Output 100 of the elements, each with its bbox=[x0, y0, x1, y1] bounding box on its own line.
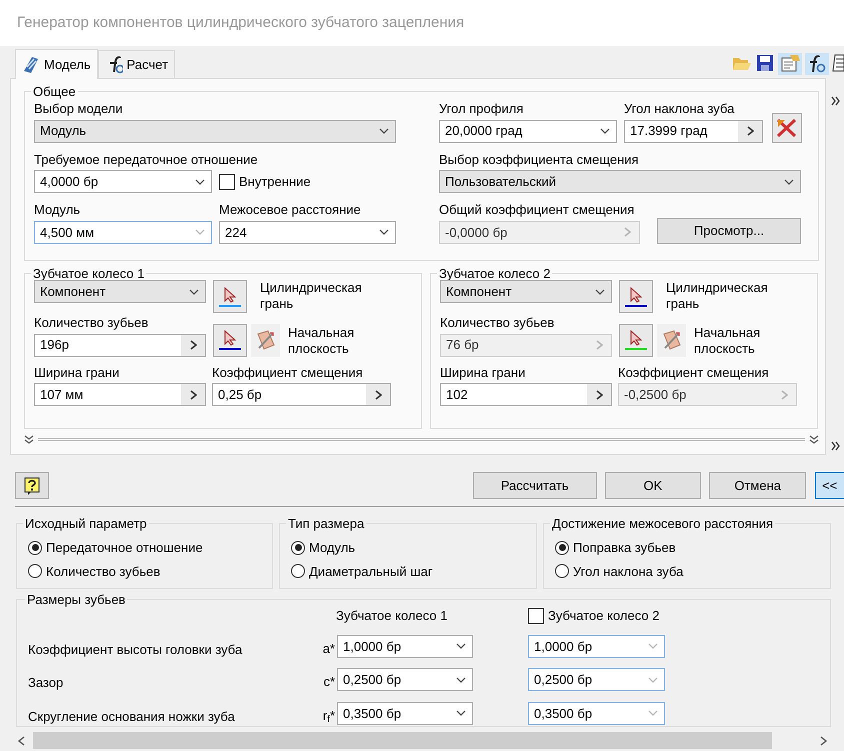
field-label: Количество зубьев bbox=[440, 315, 554, 331]
chevron-down-icon bbox=[648, 643, 658, 650]
dropdown[interactable]: Модуль bbox=[34, 120, 396, 143]
chevron-down-icon bbox=[600, 128, 610, 134]
combo-box[interactable]: 0,2500 бр bbox=[528, 668, 665, 692]
dialog-button[interactable]: Отмена bbox=[709, 472, 806, 499]
input-field[interactable]: 0,25 бр bbox=[212, 383, 391, 406]
parameter-symbol: r$_{f}$* bbox=[322, 706, 335, 725]
combo-box[interactable]: 4,500 мм bbox=[34, 220, 212, 244]
radio-button[interactable] bbox=[291, 540, 305, 555]
arrow-button[interactable] bbox=[181, 334, 205, 356]
arrow-button[interactable] bbox=[738, 120, 762, 142]
chevron-right-icon bbox=[374, 390, 382, 400]
arrow-button[interactable] bbox=[366, 384, 390, 406]
radio-label: Поправка зубьев bbox=[573, 539, 676, 557]
dialog-button[interactable]: << bbox=[815, 472, 844, 499]
chevron-down-icon bbox=[456, 710, 466, 716]
chevron-right-icon bbox=[596, 340, 602, 350]
scrollbar-thumb[interactable] bbox=[33, 732, 772, 749]
checkbox[interactable] bbox=[528, 608, 544, 624]
arrow-button[interactable] bbox=[587, 384, 611, 406]
dialog-button[interactable]: OK bbox=[604, 472, 702, 499]
field-label: Ширина грани bbox=[34, 364, 120, 380]
field-label: Требуемое передаточное отношение bbox=[34, 152, 258, 168]
parameter-symbol: a* bbox=[322, 640, 335, 658]
chevron-right-icon bbox=[190, 340, 196, 350]
column-header: Зубчатое колесо 2 bbox=[548, 607, 660, 625]
radio-button[interactable] bbox=[28, 564, 42, 578]
model-icon bbox=[22, 55, 40, 74]
arrow-button[interactable] bbox=[181, 384, 205, 406]
face-label: Цилиндрическая грань bbox=[666, 280, 769, 312]
chevron-right-icon bbox=[624, 227, 630, 238]
combo-box[interactable]: 0,3500 бр bbox=[337, 702, 473, 725]
field-label: Выбор коэффициента смещения bbox=[439, 152, 639, 168]
combo-box[interactable]: 20,0000 град bbox=[439, 120, 617, 143]
combo-box[interactable]: 0,3500 бр bbox=[528, 702, 665, 725]
save-icon bbox=[755, 53, 775, 73]
dropdown[interactable]: Пользовательский bbox=[439, 170, 801, 194]
input-field[interactable]: 196р bbox=[34, 334, 206, 357]
double-chevron-icon bbox=[24, 435, 34, 444]
radio-label: Угол наклона зуба bbox=[573, 562, 684, 581]
radio-label: Диаметральный шаг bbox=[309, 562, 433, 581]
input-field[interactable]: 107 мм bbox=[34, 383, 206, 406]
cursor-arrow-icon bbox=[223, 330, 237, 346]
chevron-down-icon bbox=[379, 229, 389, 236]
face-label: Цилиндрическая грань bbox=[260, 280, 363, 312]
radio-label: Передаточное отношение bbox=[46, 539, 203, 557]
group-title: Зубчатое колесо 1 bbox=[32, 267, 146, 280]
combo-box[interactable]: 0,2500 бр bbox=[337, 668, 473, 692]
field-label: Межосевое расстояние bbox=[219, 202, 361, 218]
preview-button[interactable]: Просмотр... bbox=[657, 218, 801, 244]
plane-label: Начальная плоскость bbox=[288, 325, 356, 357]
help-button[interactable] bbox=[15, 472, 49, 499]
combo-box[interactable]: 1,0000 бр bbox=[337, 634, 473, 658]
no-select-button[interactable] bbox=[772, 112, 802, 143]
radio-label: Количество зубьев bbox=[46, 562, 160, 581]
select-button[interactable] bbox=[619, 280, 653, 313]
checkbox[interactable] bbox=[219, 174, 235, 190]
combo-box[interactable]: 4,0000 бр bbox=[34, 170, 212, 194]
window-title: Генератор компонентов цилиндрического зубчатого зацепления bbox=[17, 12, 464, 33]
tab[interactable]: Модель bbox=[15, 49, 98, 79]
field-label: Выбор модели bbox=[34, 101, 123, 117]
field-label: Модуль bbox=[34, 202, 80, 218]
field-label: Угол наклона зуба bbox=[624, 101, 734, 117]
chevron-down-icon bbox=[195, 178, 205, 185]
field-label: Количество зубьев bbox=[34, 315, 148, 331]
checkbox-label: Внутренние bbox=[239, 172, 311, 191]
chevron-right-icon bbox=[596, 390, 602, 400]
combo-box[interactable]: 1,0000 бр bbox=[528, 634, 665, 658]
radio-button[interactable] bbox=[555, 564, 569, 578]
notebook-icon bbox=[832, 53, 844, 73]
chevron-down-icon bbox=[379, 128, 389, 134]
combo-box[interactable]: 224 bbox=[219, 220, 396, 244]
dropdown[interactable]: Компонент bbox=[440, 280, 612, 303]
plane-button[interactable] bbox=[657, 324, 686, 357]
cursor-arrow-icon bbox=[629, 286, 643, 302]
chevron-down-icon bbox=[784, 178, 794, 185]
input-field[interactable]: 17.3999 град bbox=[624, 120, 763, 143]
chevron-right-icon bbox=[780, 390, 788, 400]
chevron-down-icon bbox=[189, 288, 199, 294]
radio-button[interactable] bbox=[555, 540, 569, 555]
field-label: Коэффициент смещения bbox=[212, 364, 363, 380]
crossed-plane-icon bbox=[662, 330, 682, 350]
field-label: Общий коэффициент смещения bbox=[439, 202, 634, 218]
dropdown[interactable]: Компонент bbox=[34, 280, 206, 303]
tab[interactable]: Расчет bbox=[98, 50, 176, 78]
group-title: Размеры зубьев bbox=[26, 593, 126, 606]
radio-label: Модуль bbox=[309, 539, 356, 557]
group-title: Зубчатое колесо 2 bbox=[438, 267, 552, 280]
field-label: Коэффициент смещения bbox=[618, 364, 769, 380]
select-button[interactable] bbox=[619, 324, 653, 357]
group-title: Общее bbox=[32, 85, 77, 98]
select-button[interactable] bbox=[213, 324, 247, 357]
dialog-button[interactable]: Рассчитать bbox=[472, 472, 597, 499]
chevron-down-icon bbox=[456, 676, 466, 683]
chevron-down-icon bbox=[648, 710, 658, 716]
radio-button[interactable] bbox=[291, 564, 305, 578]
radio-button[interactable] bbox=[28, 540, 42, 555]
select-button[interactable] bbox=[213, 280, 247, 313]
input-field[interactable]: 102 bbox=[440, 383, 612, 406]
